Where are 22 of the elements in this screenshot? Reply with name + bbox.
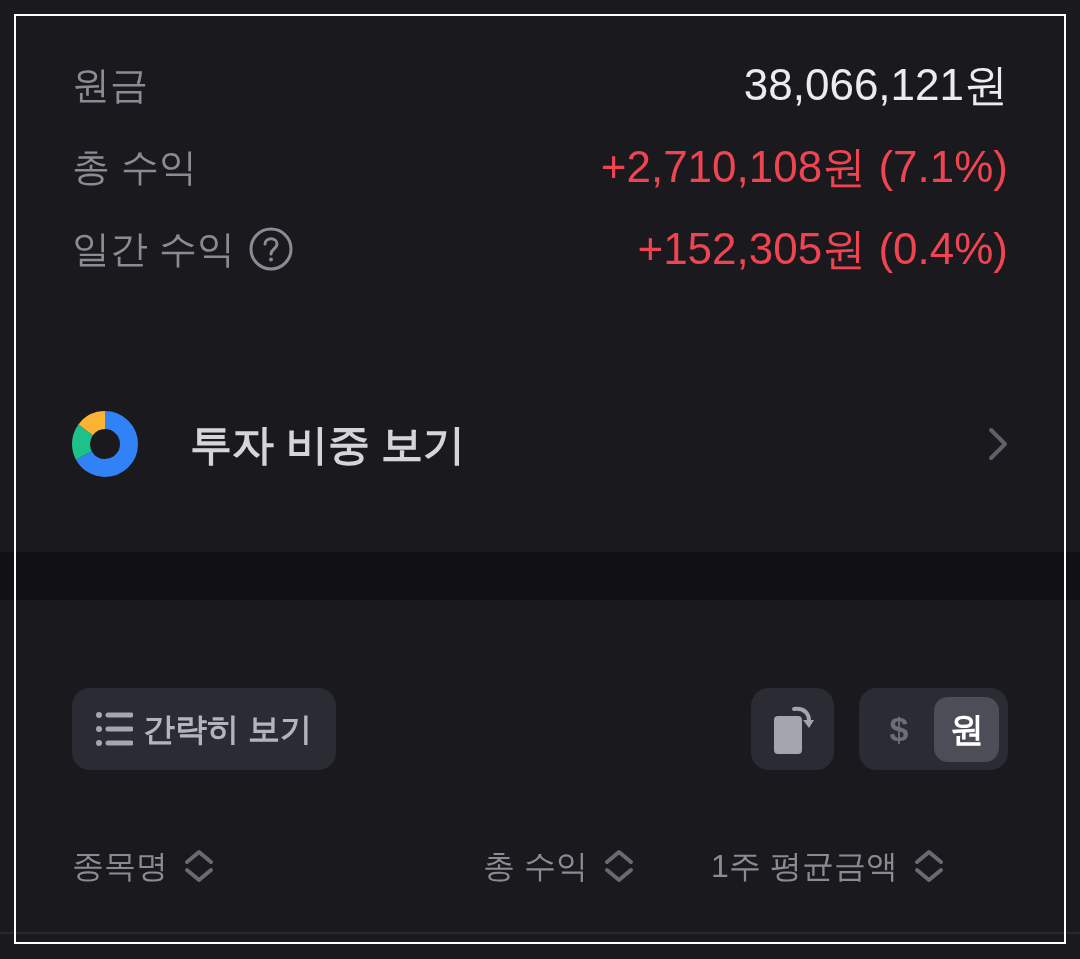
sort-icon	[913, 849, 944, 883]
donut-chart-icon	[72, 411, 138, 477]
chevron-right-icon	[988, 427, 1008, 461]
summary-value: +152,305원 (0.4%)	[637, 223, 1008, 275]
rotate-page-icon	[771, 704, 814, 754]
summary-label: 총 수익	[72, 144, 197, 190]
column-header[interactable]: 1주 평균금액	[711, 842, 944, 890]
sort-icon	[603, 849, 634, 883]
list-icon	[96, 712, 133, 746]
summary-label: 일간 수익	[72, 226, 235, 272]
view-mode-button[interactable]: 간략히 보기	[72, 688, 336, 770]
summary-label: 원금	[72, 62, 148, 108]
summary-value: +2,710,108원 (7.1%)	[600, 141, 1008, 193]
rotate-button[interactable]	[751, 688, 834, 770]
sort-icon	[184, 849, 214, 883]
help-icon[interactable]	[248, 227, 293, 271]
allocation-menu-item[interactable]: 투자 비중 보기	[72, 394, 1008, 494]
currency-option[interactable]: $	[874, 696, 924, 762]
currency-option[interactable]: 원	[934, 696, 999, 762]
summary-value: 38,066,121원	[743, 59, 1008, 111]
column-header[interactable]: 총 수익	[483, 842, 634, 890]
column-header[interactable]: 종목명	[72, 842, 214, 890]
